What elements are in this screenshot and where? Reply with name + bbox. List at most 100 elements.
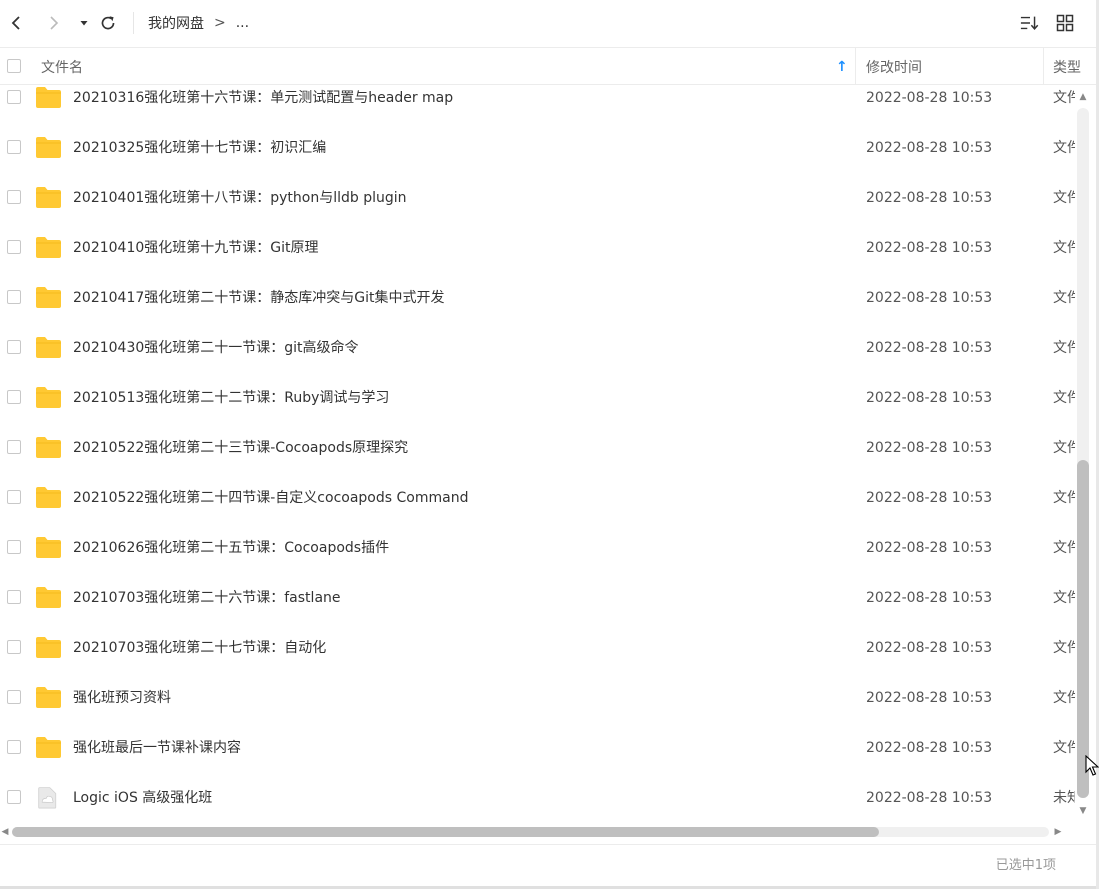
file-modified-time: 2022-08-28 10:53 xyxy=(866,340,993,356)
file-name[interactable]: 20210401强化班第十八节课：python与lldb plugin xyxy=(73,173,407,223)
file-type: 文件夹 xyxy=(1053,240,1075,256)
file-type: 文件夹 xyxy=(1053,340,1075,356)
row-checkbox[interactable] xyxy=(7,740,21,754)
file-row[interactable]: 20210417强化班第二十节课：静态库冲突与Git集中式开发 2022-08-2… xyxy=(0,273,1075,323)
file-type: 文件夹 xyxy=(1053,540,1075,556)
file-modified-time: 2022-08-28 10:53 xyxy=(866,590,993,606)
file-modified-time: 2022-08-28 10:53 xyxy=(866,540,993,556)
file-name[interactable]: Logic iOS 高级强化班 xyxy=(73,773,212,823)
file-modified-time: 2022-08-28 10:53 xyxy=(866,240,993,256)
file-name[interactable]: 20210430强化班第二十一节课：git高级命令 xyxy=(73,323,359,373)
folder-icon xyxy=(36,737,61,758)
row-checkbox[interactable] xyxy=(7,690,21,704)
folder-icon xyxy=(36,387,61,408)
file-name[interactable]: 20210522强化班第二十三节课-Cocoapods原理探究 xyxy=(73,423,408,473)
file-name[interactable]: 20210703强化班第二十七节课：自动化 xyxy=(73,623,326,673)
file-row[interactable]: 20210316强化班第十六节课：单元测试配置与header map 2022-0… xyxy=(0,73,1075,123)
file-modified-time: 2022-08-28 10:53 xyxy=(866,490,993,506)
file-row[interactable]: 20210430强化班第二十一节课：git高级命令 2022-08-28 10:5… xyxy=(0,323,1075,373)
sort-button[interactable] xyxy=(1020,13,1040,33)
vertical-scroll-thumb[interactable] xyxy=(1077,460,1089,798)
row-checkbox[interactable] xyxy=(7,190,21,204)
file-name[interactable]: 20210417强化班第二十节课：静态库冲突与Git集中式开发 xyxy=(73,273,444,323)
file-name[interactable]: 20210325强化班第十七节课：初识汇编 xyxy=(73,123,326,173)
row-checkbox[interactable] xyxy=(7,90,21,104)
scroll-right-arrow-icon[interactable]: ▶ xyxy=(1053,827,1063,837)
row-checkbox[interactable] xyxy=(7,490,21,504)
file-row[interactable]: 20210325强化班第十七节课：初识汇编 2022-08-28 10:53 文件夹 xyxy=(0,123,1075,173)
row-checkbox[interactable] xyxy=(7,640,21,654)
sort-list-icon xyxy=(1020,16,1039,31)
file-row[interactable]: 20210513强化班第二十二节课：Ruby调试与学习 2022-08-28 10… xyxy=(0,373,1075,423)
file-type: 文件夹 xyxy=(1053,390,1075,406)
file-type: 文件夹 xyxy=(1053,140,1075,156)
file-row[interactable]: 20210522强化班第二十三节课-Cocoapods原理探究 2022-08-2… xyxy=(0,423,1075,473)
folder-icon xyxy=(36,687,61,708)
file-name[interactable]: 20210703强化班第二十六节课：fastlane xyxy=(73,573,341,623)
file-type: 文件夹 xyxy=(1053,690,1075,706)
folder-icon xyxy=(36,137,61,158)
history-dropdown-button[interactable] xyxy=(73,12,95,34)
file-name[interactable]: 20210522强化班第二十四节课-自定义cocoapods Command xyxy=(73,473,468,523)
file-name[interactable]: 20210626强化班第二十五节课：Cocoapods插件 xyxy=(73,523,389,573)
file-row[interactable]: 20210522强化班第二十四节课-自定义cocoapods Command 20… xyxy=(0,473,1075,523)
folder-icon xyxy=(36,237,61,258)
folder-icon xyxy=(36,187,61,208)
select-all-checkbox[interactable] xyxy=(7,59,21,73)
file-type: 文件夹 xyxy=(1053,90,1075,106)
file-row[interactable]: 强化班最后一节课补课内容 2022-08-28 10:53 文件夹 xyxy=(0,723,1075,773)
file-name[interactable]: 20210316强化班第十六节课：单元测试配置与header map xyxy=(73,73,453,123)
file-name[interactable]: 强化班预习资料 xyxy=(73,673,171,723)
scroll-up-arrow-icon[interactable]: ▲ xyxy=(1078,92,1088,102)
file-name[interactable]: 20210410强化班第十九节课：Git原理 xyxy=(73,223,319,273)
view-toggle-button[interactable] xyxy=(1055,13,1075,33)
breadcrumb-root[interactable]: 我的网盘 xyxy=(148,13,204,33)
mouse-cursor-icon xyxy=(1085,755,1099,776)
caret-down-icon xyxy=(80,21,88,26)
folder-icon xyxy=(36,437,61,458)
scroll-left-arrow-icon[interactable]: ◀ xyxy=(0,827,10,837)
file-row[interactable]: 20210703强化班第二十七节课：自动化 2022-08-28 10:53 文件夹 xyxy=(0,623,1075,673)
row-checkbox[interactable] xyxy=(7,440,21,454)
chevron-right-icon xyxy=(50,16,59,30)
row-checkbox[interactable] xyxy=(7,240,21,254)
horizontal-scrollbar[interactable]: ◀ ▶ xyxy=(0,824,1075,840)
file-modified-time: 2022-08-28 10:53 xyxy=(866,690,993,706)
horizontal-scroll-thumb[interactable] xyxy=(12,827,879,837)
file-row[interactable]: 强化班预习资料 2022-08-28 10:53 文件夹 xyxy=(0,673,1075,723)
folder-icon xyxy=(36,487,61,508)
row-checkbox[interactable] xyxy=(7,390,21,404)
file-name[interactable]: 强化班最后一节课补课内容 xyxy=(73,723,241,773)
breadcrumb-more[interactable]: ... xyxy=(236,15,249,31)
back-button[interactable] xyxy=(5,12,27,34)
file-row[interactable]: 20210703强化班第二十六节课：fastlane 2022-08-28 10:… xyxy=(0,573,1075,623)
row-checkbox[interactable] xyxy=(7,340,21,354)
file-type: 文件夹 xyxy=(1053,190,1075,206)
file-row[interactable]: 20210626强化班第二十五节课：Cocoapods插件 2022-08-28 … xyxy=(0,523,1075,573)
vertical-scrollbar[interactable]: ▲ ▼ xyxy=(1075,86,1090,821)
row-checkbox[interactable] xyxy=(7,790,21,804)
file-type: 文件夹 xyxy=(1053,490,1075,506)
row-checkbox[interactable] xyxy=(7,590,21,604)
file-type: 文件夹 xyxy=(1053,590,1075,606)
file-modified-time: 2022-08-28 10:53 xyxy=(866,190,993,206)
file-row[interactable]: 20210401强化班第十八节课：python与lldb plugin 2022-… xyxy=(0,173,1075,223)
toolbar-divider xyxy=(133,12,134,34)
file-name[interactable]: 20210513强化班第二十二节课：Ruby调试与学习 xyxy=(73,373,389,423)
forward-button[interactable] xyxy=(43,12,65,34)
file-row[interactable]: Logic iOS 高级强化班 2022-08-28 10:53 未知 xyxy=(0,773,1075,823)
file-row[interactable]: 20210410强化班第十九节课：Git原理 2022-08-28 10:53 文件… xyxy=(0,223,1075,273)
file-modified-time: 2022-08-28 10:53 xyxy=(866,140,993,156)
row-checkbox[interactable] xyxy=(7,540,21,554)
folder-icon xyxy=(36,537,61,558)
file-type: 文件夹 xyxy=(1053,440,1075,456)
row-checkbox[interactable] xyxy=(7,140,21,154)
file-list: 20210316强化班第十六节课：单元测试配置与header map 2022-0… xyxy=(0,73,1075,823)
scroll-down-arrow-icon[interactable]: ▼ xyxy=(1078,806,1088,816)
folder-icon xyxy=(36,87,61,108)
refresh-button[interactable] xyxy=(97,12,119,34)
chevron-left-icon xyxy=(11,16,20,30)
file-modified-time: 2022-08-28 10:53 xyxy=(866,740,993,756)
row-checkbox[interactable] xyxy=(7,290,21,304)
status-bar: 已选中1项 xyxy=(0,844,1099,887)
